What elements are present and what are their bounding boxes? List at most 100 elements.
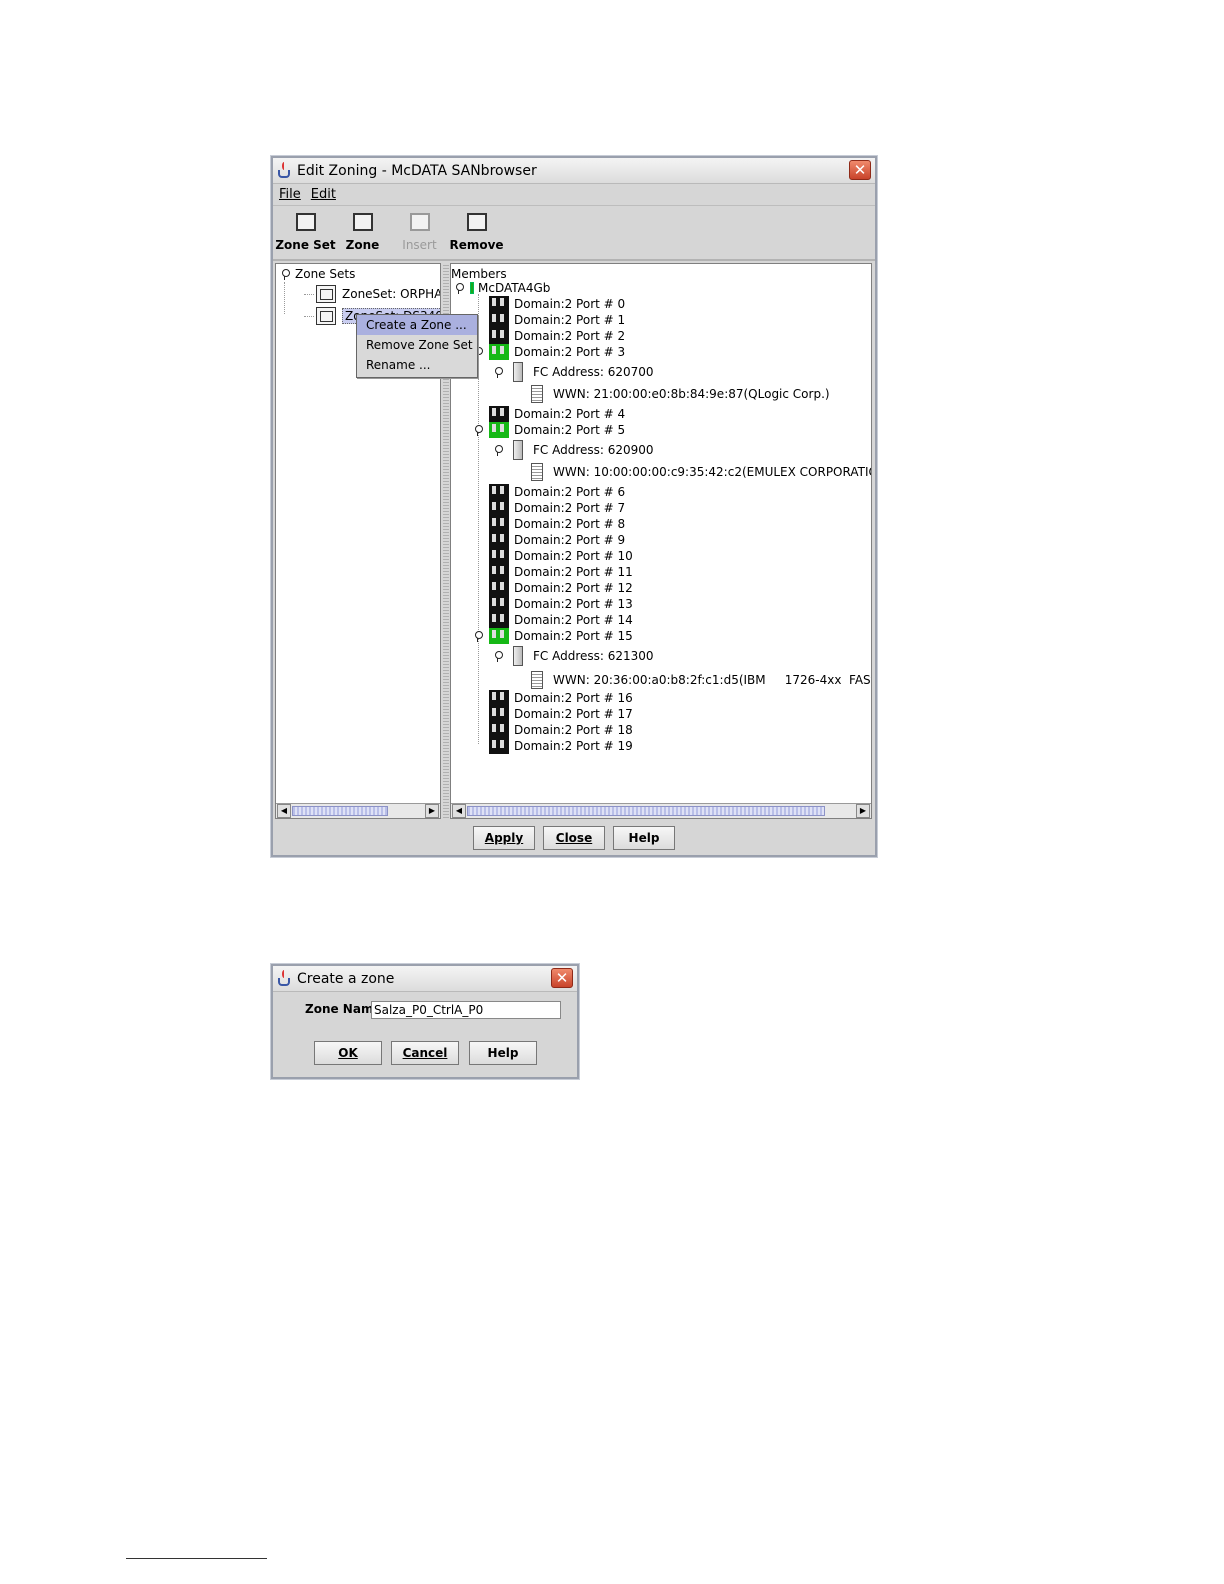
port-node[interactable]: Domain:2 Port # 3	[473, 344, 625, 360]
port-node[interactable]: Domain:2 Port # 0	[489, 296, 625, 312]
expand-handle-icon[interactable]	[473, 425, 483, 436]
port-node[interactable]: Domain:2 Port # 13	[489, 596, 633, 612]
fc-address-node[interactable]: FC Address: 621300	[493, 644, 654, 668]
port-node[interactable]: Domain:2 Port # 14	[489, 612, 633, 628]
port-icon	[489, 706, 509, 722]
expand-handle-icon[interactable]	[280, 269, 290, 280]
menu-edit[interactable]: Edit	[311, 187, 336, 202]
port-node[interactable]: Domain:2 Port # 10	[489, 548, 633, 564]
cancel-button[interactable]: Cancel	[391, 1041, 459, 1065]
port-node[interactable]: Domain:2 Port # 16	[489, 690, 633, 706]
remove-button[interactable]: Remove	[448, 206, 505, 259]
switch-node[interactable]: McDATA4Gb	[454, 280, 550, 296]
port-icon	[489, 500, 509, 516]
left-horizontal-scrollbar[interactable]: ◀ ▶	[276, 803, 440, 818]
zone-set-button[interactable]: Zone Set	[275, 206, 336, 259]
port-node[interactable]: Domain:2 Port # 4	[489, 406, 625, 422]
edit-zoning-window: Edit Zoning - McDATA SANbrowser ✕ File E…	[271, 156, 877, 857]
scroll-thumb[interactable]	[292, 806, 388, 816]
dialog-title-bar[interactable]: Create a zone ✕	[273, 966, 577, 992]
port-node[interactable]: Domain:2 Port # 5	[473, 422, 625, 438]
port-node[interactable]: Domain:2 Port # 18	[489, 722, 633, 738]
port-node[interactable]: Domain:2 Port # 7	[489, 500, 625, 516]
help-button[interactable]: Help	[469, 1041, 537, 1065]
title-bar[interactable]: Edit Zoning - McDATA SANbrowser ✕	[273, 158, 875, 184]
create-zone-dialog: Create a zone ✕ Zone Name Salza_P0_CtrlA…	[271, 964, 579, 1079]
port-icon	[489, 532, 509, 548]
port-icon	[489, 612, 509, 628]
port-icon	[489, 328, 509, 344]
port-icon	[489, 738, 509, 754]
wwn-icon	[531, 671, 543, 689]
port-active-icon	[489, 628, 509, 644]
toolbar: Zone Set Zone Insert Remove	[273, 206, 875, 261]
zone-name-input[interactable]: Salza_P0_CtrlA_P0	[371, 1001, 561, 1019]
expand-handle-icon[interactable]	[493, 445, 503, 456]
port-icon	[489, 580, 509, 596]
insert-icon	[409, 213, 430, 231]
port-icon	[489, 296, 509, 312]
zone-set-icon	[316, 285, 336, 303]
port-node[interactable]: Domain:2 Port # 11	[489, 564, 633, 580]
port-node[interactable]: Domain:2 Port # 19	[489, 738, 633, 754]
switch-icon	[470, 282, 474, 294]
port-icon	[489, 516, 509, 532]
wwn-icon	[531, 463, 543, 481]
remove-icon	[466, 213, 487, 231]
port-active-icon	[489, 344, 509, 360]
scroll-right-icon[interactable]: ▶	[425, 804, 439, 818]
tree-item-zoneset-orphan[interactable]: ZoneSet: ORPHAN	[316, 282, 440, 306]
port-icon	[489, 564, 509, 580]
fc-address-node[interactable]: FC Address: 620700	[493, 360, 654, 384]
menu-bar: File Edit	[273, 184, 875, 206]
port-node[interactable]: Domain:2 Port # 9	[489, 532, 625, 548]
port-node[interactable]: Domain:2 Port # 17	[489, 706, 633, 722]
expand-handle-icon[interactable]	[493, 367, 503, 378]
expand-handle-icon[interactable]	[493, 651, 503, 662]
close-window-button[interactable]: ✕	[849, 160, 871, 180]
port-node[interactable]: Domain:2 Port # 1	[489, 312, 625, 328]
tree-root[interactable]: Zone Sets	[280, 266, 355, 282]
members-tree[interactable]: Members McDATA4Gb Domain:2 Port # 0 Doma…	[450, 263, 872, 819]
wwn-node[interactable]: WWN: 10:00:00:00:c9:35:42:c2(EMULEX CORP…	[531, 460, 871, 484]
scroll-right-icon[interactable]: ▶	[856, 804, 870, 818]
scroll-left-icon[interactable]: ◀	[277, 804, 291, 818]
menu-file[interactable]: File	[279, 187, 301, 202]
context-menu: Create a Zone ... Remove Zone Set Rename…	[356, 314, 478, 378]
port-active-icon	[489, 422, 509, 438]
java-icon	[277, 161, 293, 180]
fc-address-node[interactable]: FC Address: 620900	[493, 438, 654, 462]
wwn-node[interactable]: WWN: 21:00:00:e0:8b:84:9e:87(QLogic Corp…	[531, 382, 830, 406]
port-node[interactable]: Domain:2 Port # 8	[489, 516, 625, 532]
menu-item-remove-zone-set[interactable]: Remove Zone Set	[357, 335, 477, 355]
help-button[interactable]: Help	[613, 826, 675, 850]
expand-handle-icon[interactable]	[454, 283, 464, 294]
apply-button[interactable]: Apply	[473, 826, 535, 850]
port-node[interactable]: Domain:2 Port # 2	[489, 328, 625, 344]
right-horizontal-scrollbar[interactable]: ◀ ▶	[451, 803, 871, 818]
scroll-left-icon[interactable]: ◀	[452, 804, 466, 818]
port-icon	[489, 596, 509, 612]
zone-set-icon	[295, 213, 316, 231]
port-icon	[489, 312, 509, 328]
port-node[interactable]: Domain:2 Port # 6	[489, 484, 625, 500]
close-dialog-button[interactable]: ✕	[551, 968, 573, 988]
zone-button[interactable]: Zone	[334, 206, 391, 259]
expand-handle-icon[interactable]	[473, 631, 483, 642]
scroll-thumb[interactable]	[467, 806, 825, 816]
menu-item-create-zone[interactable]: Create a Zone ...	[357, 315, 477, 335]
port-icon	[489, 722, 509, 738]
wwn-icon	[531, 385, 543, 403]
dialog-title: Create a zone	[297, 970, 395, 987]
menu-item-rename[interactable]: Rename ...	[357, 355, 477, 375]
insert-button[interactable]: Insert	[391, 206, 448, 259]
port-node[interactable]: Domain:2 Port # 15	[473, 628, 633, 644]
wwn-node[interactable]: WWN: 20:36:00:a0:b8:2f:c1:d5(IBM 1726-4x…	[531, 668, 871, 692]
port-icon	[489, 484, 509, 500]
ok-button[interactable]: OK	[314, 1041, 382, 1065]
close-button[interactable]: Close	[543, 826, 605, 850]
fc-device-icon	[513, 646, 523, 666]
port-node[interactable]: Domain:2 Port # 12	[489, 580, 633, 596]
port-icon	[489, 548, 509, 564]
zone-set-icon	[316, 307, 336, 325]
